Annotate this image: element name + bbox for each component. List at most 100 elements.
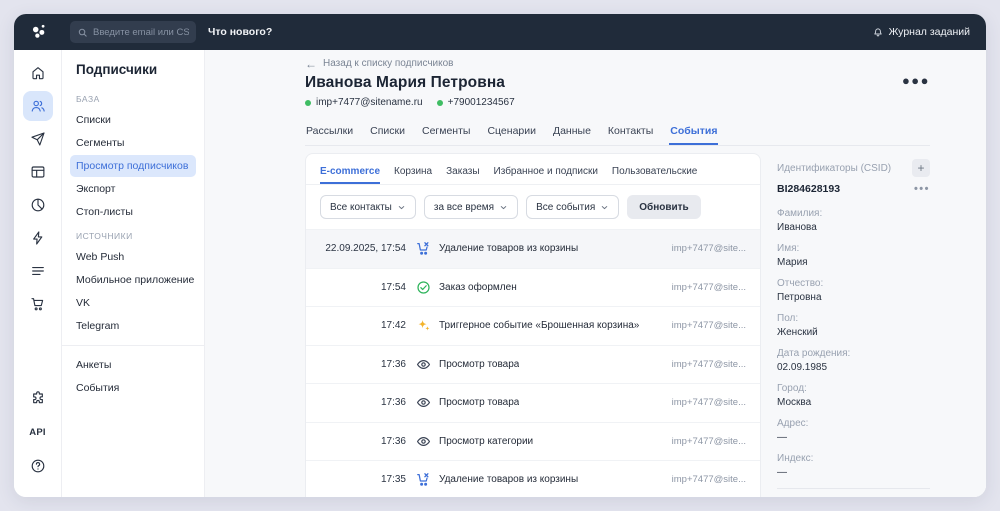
contact-value: +79001234567: [448, 97, 515, 108]
event-contact[interactable]: imp+7477@site...: [664, 474, 746, 485]
sidebar-item[interactable]: БАЗА: [70, 87, 196, 108]
rail-item[interactable]: [23, 223, 53, 253]
sidebar-item-label: Мобильное приложение: [76, 274, 194, 286]
rail-item[interactable]: [23, 256, 53, 286]
sidebar-item-label: Telegram: [76, 320, 119, 332]
task-journal-button[interactable]: Журнал заданий: [872, 26, 970, 38]
rail-item[interactable]: [23, 190, 53, 220]
contact-value: imp+7477@sitename.ru: [316, 97, 423, 108]
profile-tabs: Рассылки Списки Сегменты Сценарии Данные…: [305, 120, 930, 146]
event-category-tab[interactable]: E-commerce: [320, 158, 380, 184]
profile-field: Пол: Женский: [777, 313, 930, 339]
event-row[interactable]: 17:35 Удаление товаров из корзины imp+74…: [306, 460, 760, 497]
field-value: Москва: [777, 397, 930, 409]
rail-item[interactable]: [23, 58, 53, 88]
chevron-down-icon: [600, 203, 609, 212]
sidebar-item[interactable]: Стоп-листы: [70, 201, 196, 223]
field-value: Женский: [777, 327, 930, 339]
profile-field: Имя: Мария: [777, 243, 930, 269]
event-category-tab[interactable]: Пользовательские: [612, 158, 697, 184]
filter-dropdown[interactable]: Все контакты: [320, 195, 416, 219]
rail-bottom-item[interactable]: [23, 451, 53, 481]
field-label: Индекс:: [777, 453, 930, 465]
sidebar-item[interactable]: Мобильное приложение: [70, 269, 196, 291]
tab-label: Пользовательские: [612, 166, 697, 177]
event-time: 22.09.2025, 17:54: [320, 243, 406, 254]
profile-field: Адрес: —: [777, 418, 930, 444]
rail-item[interactable]: [23, 124, 53, 154]
event-category-tab[interactable]: Избранное и подписки: [494, 158, 598, 184]
sidebar-item[interactable]: ИСТОЧНИКИ: [70, 224, 196, 245]
filter-label: за все время: [434, 202, 494, 213]
rail-item[interactable]: [23, 289, 53, 319]
rail-item[interactable]: [23, 157, 53, 187]
filter-dropdown[interactable]: за все время: [424, 195, 518, 219]
event-contact[interactable]: imp+7477@site...: [664, 436, 746, 447]
profile-tab[interactable]: Сценарии: [486, 120, 537, 145]
tab-label: Списки: [370, 125, 405, 137]
event-label: Заказ оформлен: [439, 282, 517, 293]
event-row[interactable]: 17:36 Просмотр категории imp+7477@site..…: [306, 422, 760, 461]
profile-field: Отчество: Петровна: [777, 278, 930, 304]
logo-dots-icon[interactable]: [28, 22, 50, 42]
plus-icon[interactable]: +: [912, 159, 930, 177]
event-contact[interactable]: imp+7477@site...: [664, 243, 746, 254]
event-contact[interactable]: imp+7477@site...: [664, 359, 746, 370]
event-time: 17:54: [320, 282, 406, 293]
sidebar-item[interactable]: Экспорт: [70, 178, 196, 200]
event-contact[interactable]: imp+7477@site...: [664, 282, 746, 293]
event-contact[interactable]: imp+7477@site...: [664, 320, 746, 331]
rail-item[interactable]: [23, 91, 53, 121]
sidebar-item-label: События: [76, 382, 119, 394]
sidebar-item[interactable]: Web Push: [70, 246, 196, 268]
back-link[interactable]: ← Назад к списку подписчиков: [305, 58, 454, 69]
filter-dropdown[interactable]: Все события: [526, 195, 619, 219]
profile-tab[interactable]: Контакты: [607, 120, 654, 145]
rail-item-label: API: [29, 427, 45, 438]
event-contact[interactable]: imp+7477@site...: [664, 397, 746, 408]
title-row: Иванова Мария Петровна ●●●: [305, 74, 930, 92]
profile-tab[interactable]: Сегменты: [421, 120, 471, 145]
sidebar-item[interactable]: Списки: [70, 109, 196, 131]
refresh-button[interactable]: Обновить: [627, 195, 700, 219]
event-label: Просмотр товара: [439, 397, 519, 408]
rail-bottom-item[interactable]: API: [23, 417, 53, 447]
puzzle-icon: [30, 390, 46, 406]
sidebar-item[interactable]: VK: [70, 292, 196, 314]
tab-label: E-commerce: [320, 166, 380, 177]
event-category-tab[interactable]: Корзина: [394, 158, 432, 184]
event-row[interactable]: 17:36 Просмотр товара imp+7477@site...: [306, 383, 760, 422]
search-field[interactable]: [93, 27, 189, 38]
more-horizontal-icon[interactable]: •••: [914, 184, 930, 194]
home-icon: [30, 65, 46, 81]
event-category-tab[interactable]: Заказы: [446, 158, 479, 184]
event-row[interactable]: 17:36 Просмотр товара imp+7477@site...: [306, 345, 760, 384]
sidebar-item[interactable]: События: [70, 377, 196, 399]
event-row[interactable]: 17:54 Заказ оформлен imp+7477@site...: [306, 268, 760, 307]
sidebar-item-label: VK: [76, 297, 90, 309]
profile-tab[interactable]: События: [669, 120, 718, 145]
profile-tab[interactable]: Данные: [552, 120, 592, 145]
contact-item[interactable]: +79001234567: [437, 97, 515, 108]
more-horizontal-icon[interactable]: ●●●: [902, 74, 930, 88]
field-value: 02.09.1985: [777, 362, 930, 374]
event-time: 17:36: [320, 359, 406, 370]
profile-fields: Фамилия: Иванова Имя: Мария Отчество:: [777, 208, 930, 497]
profile-tab[interactable]: Списки: [369, 120, 406, 145]
sidebar-item[interactable]: Сегменты: [70, 132, 196, 154]
rail-bottom-item[interactable]: [23, 383, 53, 413]
whats-new-link[interactable]: Что нового?: [208, 26, 272, 38]
sidebar-item[interactable]: Telegram: [70, 315, 196, 337]
sidebar-item[interactable]: Анкеты: [70, 354, 196, 376]
identifier-row: BI284628193 •••: [777, 183, 930, 195]
topbar: Что нового? Журнал заданий: [14, 14, 986, 50]
pie-icon: [30, 197, 46, 213]
sidebar-item[interactable]: [62, 345, 204, 346]
event-row[interactable]: 22.09.2025, 17:54 Удаление товаров из ко…: [306, 229, 760, 268]
sidebar-item[interactable]: Просмотр подписчиков: [70, 155, 196, 177]
search-input[interactable]: [70, 21, 196, 43]
profile-tab[interactable]: Рассылки: [305, 120, 354, 145]
contact-item[interactable]: imp+7477@sitename.ru: [305, 97, 423, 108]
contact-list: imp+7477@sitename.ru +79001234567: [305, 97, 970, 108]
event-row[interactable]: 17:42 Триггерное событие «Брошенная корз…: [306, 306, 760, 345]
